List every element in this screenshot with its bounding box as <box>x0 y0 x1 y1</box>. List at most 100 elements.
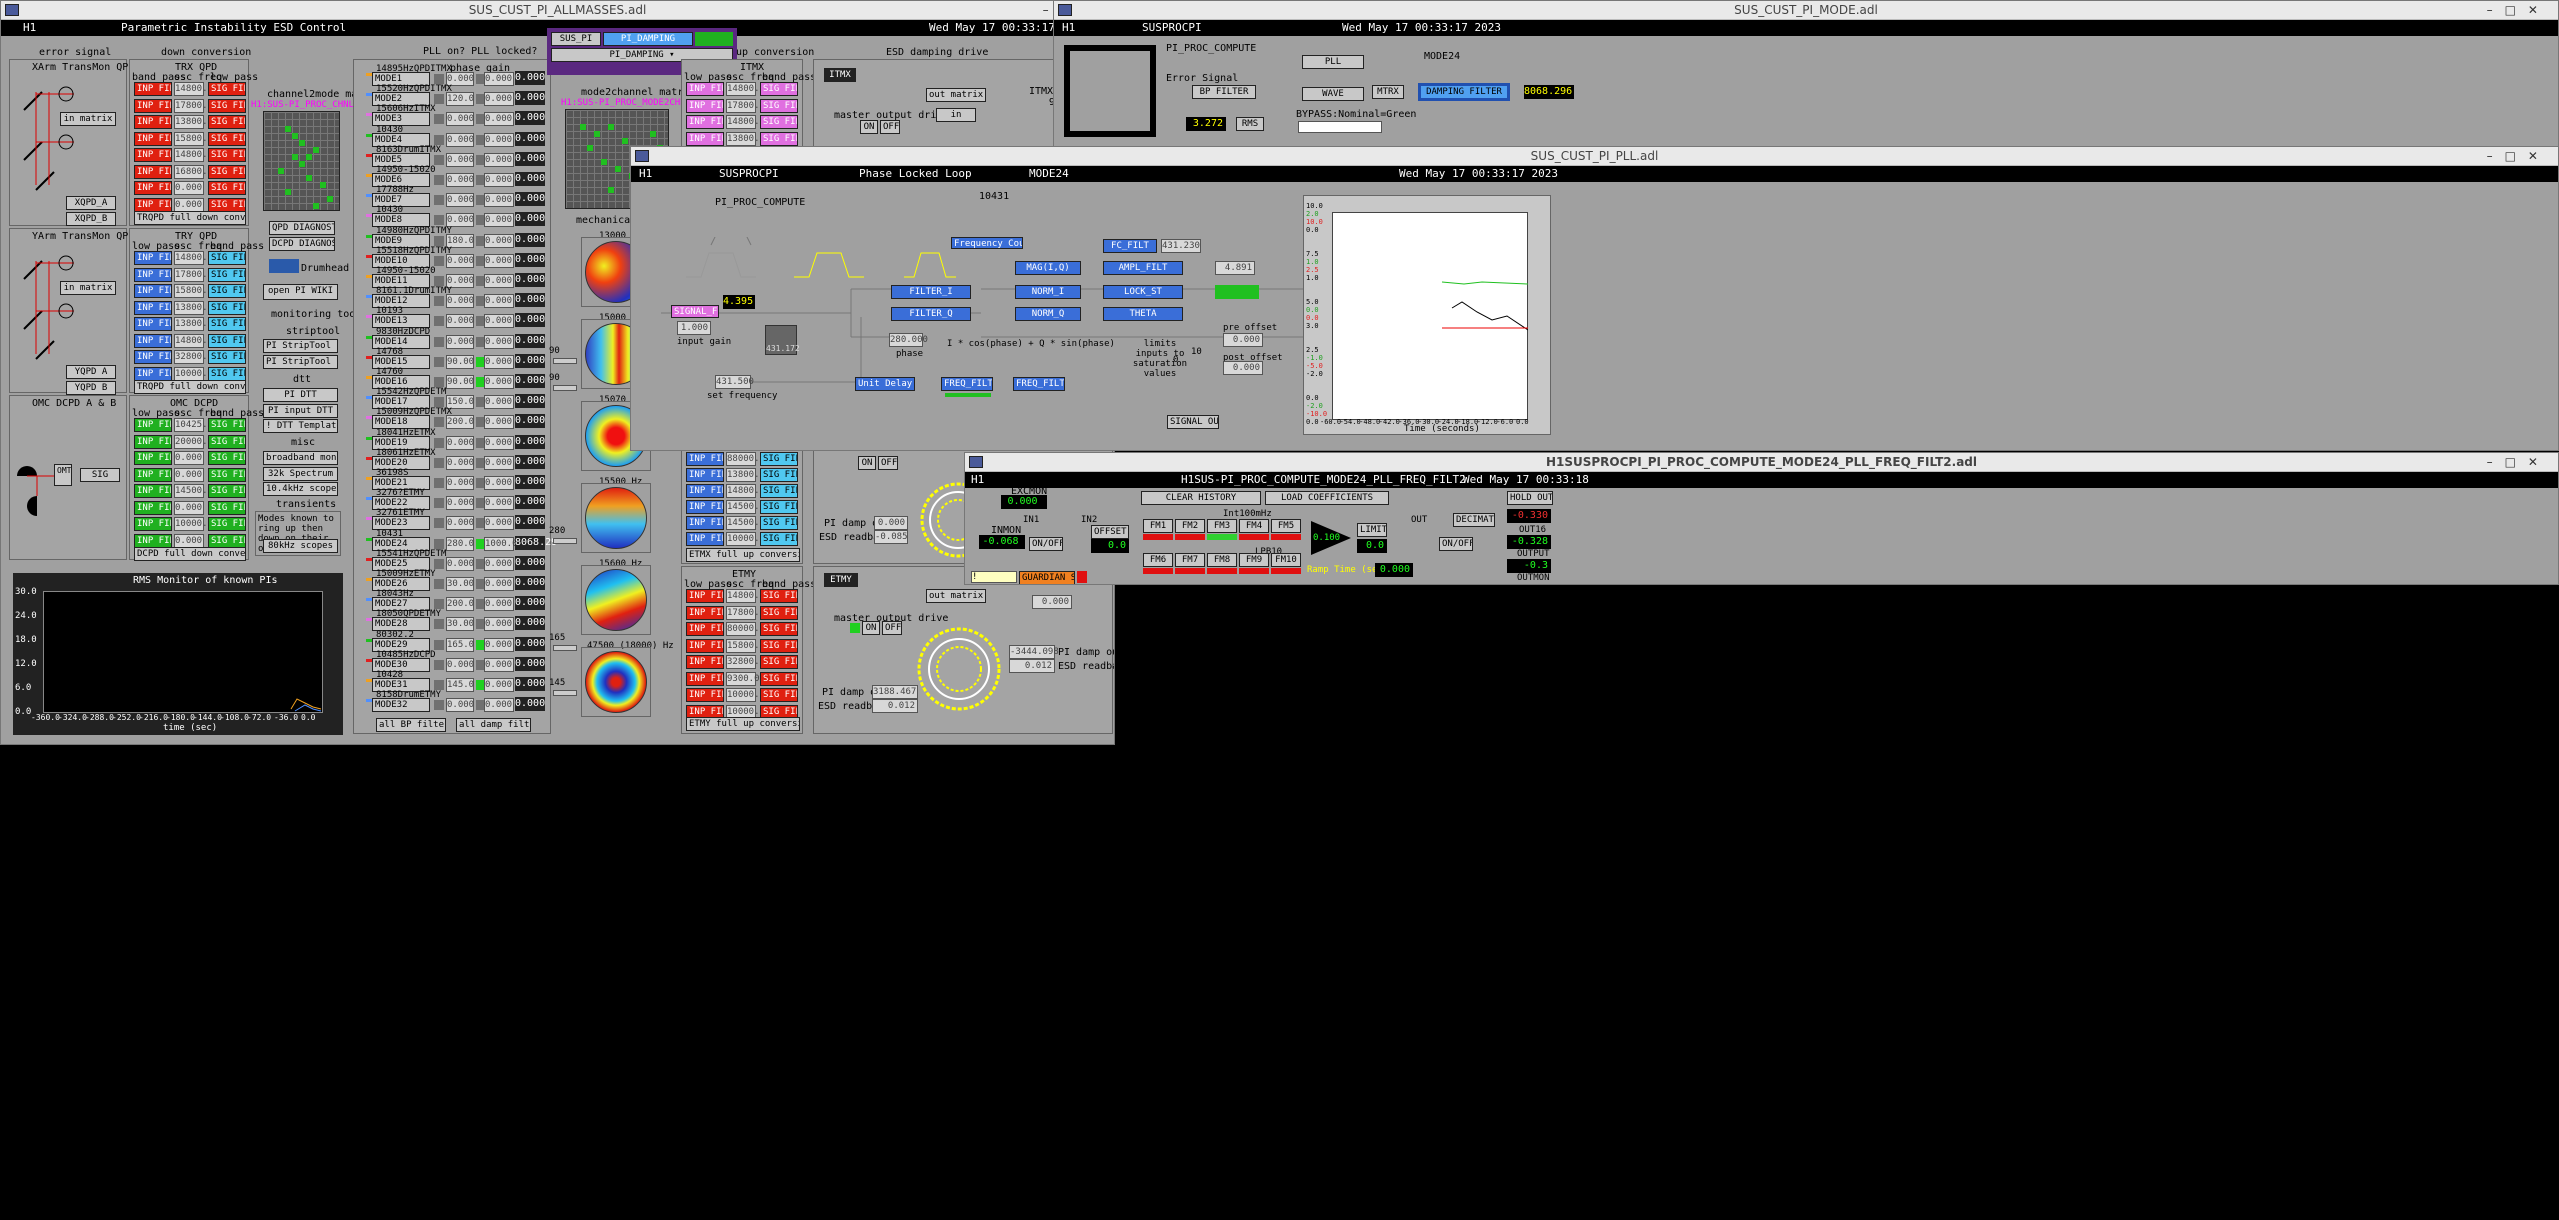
etmy-up-sig-3[interactable]: SIG FILT <box>760 638 798 653</box>
itmx-up-inp-0[interactable]: INP FILT <box>686 82 724 96</box>
omc-left-filt-3[interactable]: INP FILT <box>134 467 172 482</box>
broadband-monitor-button[interactable]: broadband monitor <box>263 451 338 465</box>
fm3-button[interactable]: FM3 <box>1207 519 1237 533</box>
etmy-up-sig-2[interactable]: SIG FILT <box>760 622 798 636</box>
etmy-on-button[interactable]: ON <box>862 621 880 635</box>
etmy-up-inp-4[interactable]: INP FILT <box>686 655 724 669</box>
etmx-up-sig-3[interactable]: SIG FILT <box>760 500 798 514</box>
decimation-button[interactable]: DECIMATION <box>1453 513 1495 527</box>
signal-filt-button[interactable]: SIGNAL_FILT <box>671 305 719 318</box>
itmx-in-button[interactable]: in <box>936 108 976 122</box>
title-bar[interactable]: SUS_CUST_PI_ALLMASSES.adl–□✕ <box>1 1 1114 20</box>
rms-button[interactable]: RMS <box>1236 117 1264 131</box>
fm6-button[interactable]: FM6 <box>1143 553 1173 567</box>
ampl-filt-button[interactable]: AMPL_FILT <box>1103 261 1183 275</box>
etmy-up-sig-1[interactable]: SIG FILT <box>760 605 798 620</box>
damping-filter-button[interactable]: DAMPING FILTER <box>1418 83 1510 101</box>
output-onoff-button[interactable]: ON/OFF <box>1439 537 1473 551</box>
trx-right-filt-4[interactable]: SIG FILT <box>208 148 246 162</box>
sig-button[interactable]: SIG <box>80 468 120 482</box>
itmx-up-sig-2[interactable]: SIG FILT <box>760 115 798 129</box>
signal-out-button[interactable]: SIGNAL OUT <box>1167 415 1219 429</box>
try-right-filt-3[interactable]: SIG FILT <box>208 300 246 315</box>
omc-left-filt-5[interactable]: INP FILT <box>134 500 172 515</box>
fm5-button[interactable]: FM5 <box>1271 519 1301 533</box>
omc-left-filt-1[interactable]: INP FILT <box>134 434 172 449</box>
dtt-templates-button[interactable]: ! DTT Templates <box>263 419 338 433</box>
etmy-up-sig-5[interactable]: SIG FILT <box>760 671 798 686</box>
etmy-off-button[interactable]: OFF <box>882 621 902 635</box>
etmy-full-up-button[interactable]: ETMY full up conversion <box>686 717 800 731</box>
dcpd-full-button[interactable]: DCPD full down conversion <box>134 547 246 561</box>
trqpd-full-button[interactable]: TRQPD full down conversion <box>134 211 246 225</box>
trx-right-filt-2[interactable]: SIG FILT <box>208 115 246 129</box>
itmx-up-sig-3[interactable]: SIG FILT <box>760 131 798 146</box>
try-right-filt-0[interactable]: SIG FILT <box>208 251 246 265</box>
trx-right-filt-6[interactable]: SIG FILT <box>208 181 246 195</box>
try-right-filt-5[interactable]: SIG FILT <box>208 333 246 348</box>
mag-iq-button[interactable]: MAG(I,Q) <box>1015 261 1081 275</box>
trx-left-filt-0[interactable]: INP FILT <box>134 82 172 96</box>
omc-left-filt-0[interactable]: INP FILT <box>134 418 172 432</box>
freq-filt1-button[interactable]: FREQ_FILT1 <box>1013 377 1065 391</box>
omc-right-filt-3[interactable]: SIG FILT <box>208 467 246 482</box>
qpd-diagnostic-button[interactable]: QPD DIAGNOSTIC <box>269 221 335 235</box>
title-bar[interactable]: SUS_CUST_PI_PLL.adl –□✕ <box>631 147 2558 166</box>
trx-right-filt-1[interactable]: SIG FILT <box>208 98 246 113</box>
all-bp-filters-button[interactable]: all BP filters <box>376 718 446 732</box>
try-right-filt-7[interactable]: SIG FILT <box>208 366 246 381</box>
etmx-up-inp-2[interactable]: INP FILT <box>686 484 724 498</box>
fm9-button[interactable]: FM9 <box>1239 553 1269 567</box>
trx-left-filt-5[interactable]: INP FILT <box>134 164 172 179</box>
load-coefficients-button[interactable]: LOAD COEFFICIENTS <box>1265 491 1389 505</box>
etmx-up-sig-4[interactable]: SIG FILT <box>760 516 798 530</box>
etmy-out-matrix-button[interactable]: out matrix <box>926 589 986 603</box>
lock-st-button[interactable]: LOCK_ST <box>1103 285 1183 299</box>
etmy-label[interactable]: ETMY <box>824 573 858 587</box>
theta-button[interactable]: THETA <box>1103 307 1183 321</box>
itmx-up-inp-3[interactable]: INP FILT <box>686 131 724 146</box>
itmx-up-inp-1[interactable]: INP FILT <box>686 98 724 113</box>
norm-q-button[interactable]: NORM_Q <box>1015 307 1081 321</box>
trx-left-filt-4[interactable]: INP FILT <box>134 148 172 162</box>
try-left-filt-4[interactable]: INP FILT <box>134 317 172 331</box>
itmx-up-sig-0[interactable]: SIG FILT <box>760 82 798 96</box>
trx-left-filt-6[interactable]: INP FILT <box>134 181 172 195</box>
pi-input-dtt-button[interactable]: PI input DTT <box>263 404 338 418</box>
guardian-set-button[interactable]: GUARDIAN SET <box>1019 571 1075 584</box>
etmx-on-button[interactable]: ON <box>858 456 876 470</box>
freq-filt2-button[interactable]: FREQ_FILT2 <box>941 377 993 391</box>
fc-filt-button[interactable]: FC_FILT <box>1103 239 1157 253</box>
pll-button[interactable]: PLL <box>1302 55 1364 69</box>
yqpd-b-button[interactable]: YQPD B <box>66 381 116 395</box>
omc-right-filt-0[interactable]: SIG FILT <box>208 418 246 432</box>
yqpd-a-button[interactable]: YQPD A <box>66 365 116 379</box>
trx-right-filt-5[interactable]: SIG FILT <box>208 164 246 179</box>
title-bar[interactable]: SUS_CUST_PI_MODE.adl –□✕ <box>1054 1 2558 20</box>
clear-history-button[interactable]: CLEAR HISTORY <box>1141 491 1261 505</box>
filter-i-button[interactable]: FILTER_I <box>891 285 971 299</box>
etmx-up-inp-4[interactable]: INP FILT <box>686 516 724 530</box>
bp-filter-button[interactable]: BP FILTER <box>1192 85 1256 99</box>
sus-pi-button[interactable]: SUS_PI <box>551 32 601 46</box>
mode-button-32[interactable]: MODE32 <box>372 698 430 713</box>
trx-left-filt-1[interactable]: INP FILT <box>134 98 172 113</box>
etmx-full-up-button[interactable]: ETMX full up conversion <box>686 548 800 562</box>
etmy-up-inp-1[interactable]: INP FILT <box>686 605 724 620</box>
open-pi-wiki-button[interactable]: open PI WIKI <box>263 284 338 300</box>
fm4-button[interactable]: FM4 <box>1239 519 1269 533</box>
input-onoff-button[interactable]: ON/OFF <box>1029 537 1063 551</box>
itmx-on-button[interactable]: ON <box>860 120 878 134</box>
wave-button[interactable]: WAVE <box>1302 87 1364 101</box>
itmx-label[interactable]: ITMX <box>824 68 856 82</box>
filter-q-button[interactable]: FILTER_Q <box>891 307 971 321</box>
trx-left-filt-3[interactable]: INP FILT <box>134 131 172 146</box>
etmx-off-button[interactable]: OFF <box>878 456 898 470</box>
channel2mode-matrix[interactable] <box>263 111 340 211</box>
etmy-up-sig-0[interactable]: SIG FILT <box>760 589 798 603</box>
omc-left-filt-4[interactable]: INP FILT <box>134 484 172 498</box>
trx-left-filt-7[interactable]: INP FILT <box>134 197 172 212</box>
etmx-up-inp-5[interactable]: INP FILT <box>686 532 724 546</box>
trx-right-filt-7[interactable]: SIG FILT <box>208 197 246 212</box>
title-bar[interactable]: H1SUSPROCPI_PI_PROC_COMPUTE_MODE24_PLL_F… <box>965 453 2558 472</box>
